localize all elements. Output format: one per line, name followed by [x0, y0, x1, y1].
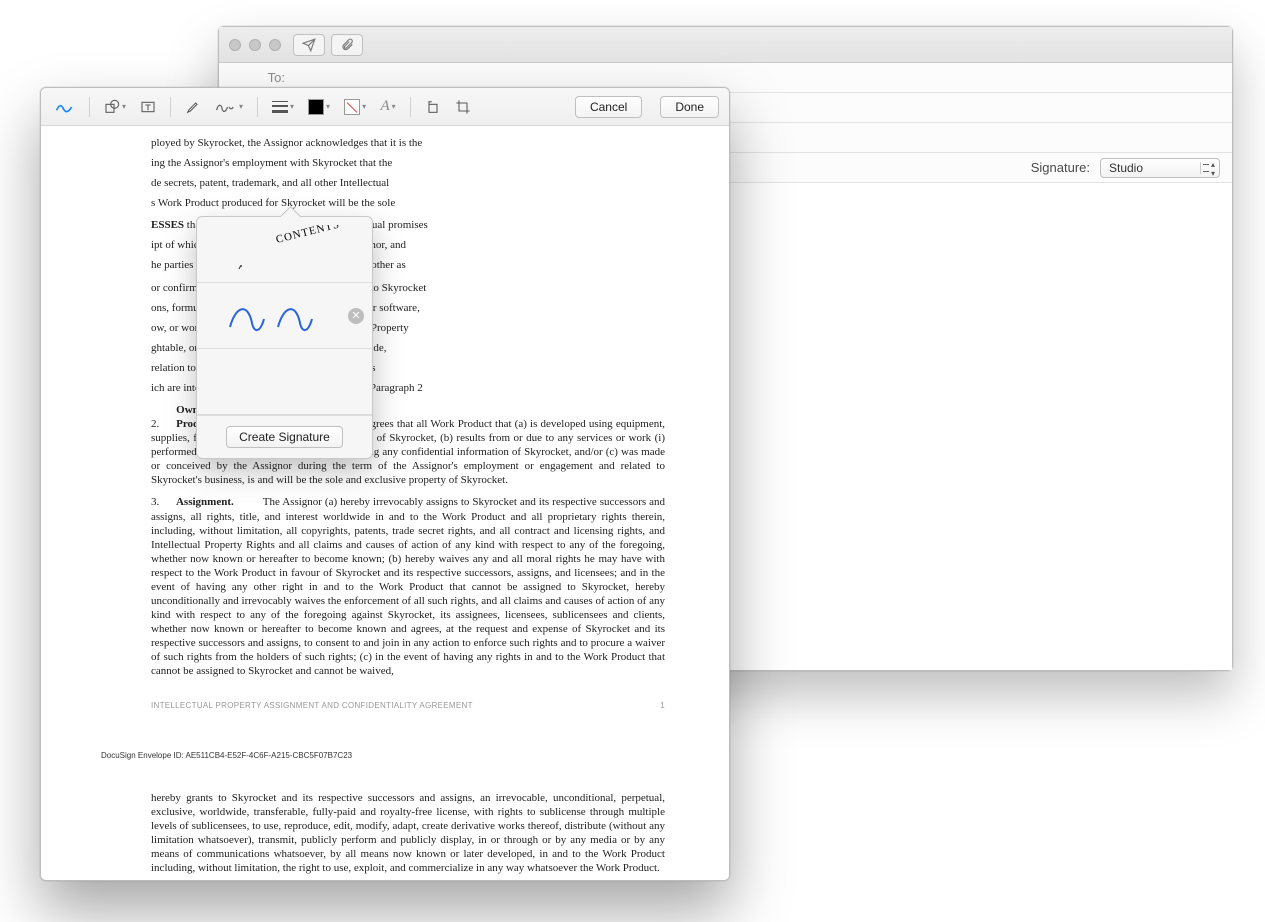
sign-tool[interactable]: ▾: [211, 95, 247, 119]
document-viewport[interactable]: ployed by Skyrocket, the Assignor acknow…: [41, 126, 729, 880]
signature-option-2[interactable]: ✕: [197, 283, 372, 349]
doc-page-number: 1: [660, 701, 665, 711]
crop-tool[interactable]: [451, 95, 475, 119]
signature-contents-text: CONTENTS: [274, 225, 340, 246]
highlight-tool[interactable]: [181, 95, 205, 119]
doc-line: s Work Product produced for Skyrocket wi…: [151, 196, 665, 210]
to-label: To:: [231, 70, 285, 85]
create-signature-button[interactable]: Create Signature: [226, 426, 343, 448]
doc-footer-title: INTELLECTUAL PROPERTY ASSIGNMENT AND CON…: [151, 701, 473, 711]
doc-section-3: 3. Assignment. The Assignor (a) hereby i…: [151, 495, 665, 678]
signature-select[interactable]: Studio ▴▾: [1100, 158, 1220, 178]
markup-toolbar: ▾ ▾ ▾ ▾ ▾ A▾: [41, 88, 729, 126]
doc-page2-p1: hereby grants to Skyrocket and its respe…: [151, 791, 665, 875]
doc-line: de secrets, patent, trademark, and all o…: [151, 176, 665, 190]
docusign-envelope-id: DocuSign Envelope ID: AE511CB4-E52F-4C6F…: [101, 751, 665, 761]
signature-option-empty[interactable]: [197, 349, 372, 415]
doc-line: ployed by Skyrocket, the Assignor acknow…: [151, 136, 665, 150]
rotate-tool[interactable]: [421, 95, 445, 119]
send-button[interactable]: [293, 34, 325, 56]
sketch-tool[interactable]: [51, 95, 79, 119]
shapes-tool[interactable]: ▾: [100, 95, 130, 119]
minimize-dot[interactable]: [249, 39, 261, 51]
window-controls[interactable]: [229, 39, 281, 51]
line-weight-tool[interactable]: ▾: [268, 95, 298, 119]
close-dot[interactable]: [229, 39, 241, 51]
signature-option-1[interactable]: CONTENTS: [197, 217, 372, 283]
doc-line: ing the Assignor's employment with Skyro…: [151, 156, 665, 170]
done-button[interactable]: Done: [660, 96, 719, 118]
signature-value: Studio: [1109, 161, 1143, 175]
zoom-dot[interactable]: [269, 39, 281, 51]
fill-color-tool[interactable]: ▾: [304, 95, 334, 119]
attach-button[interactable]: [331, 34, 363, 56]
signature-popover: CONTENTS ✕ Create Signature: [196, 216, 373, 459]
delete-signature-icon[interactable]: ✕: [348, 308, 364, 324]
cancel-button[interactable]: Cancel: [575, 96, 642, 118]
signature-label: Signature:: [1031, 160, 1090, 175]
doc-footer: INTELLECTUAL PROPERTY ASSIGNMENT AND CON…: [151, 701, 665, 711]
markup-window: ▾ ▾ ▾ ▾ ▾ A▾: [40, 87, 730, 881]
text-tool[interactable]: [136, 95, 160, 119]
mail-titlebar: [219, 27, 1232, 63]
stroke-color-tool[interactable]: ▾: [340, 95, 370, 119]
text-style-tool[interactable]: A▾: [376, 95, 400, 119]
document-page-1: ployed by Skyrocket, the Assignor acknow…: [41, 126, 729, 880]
